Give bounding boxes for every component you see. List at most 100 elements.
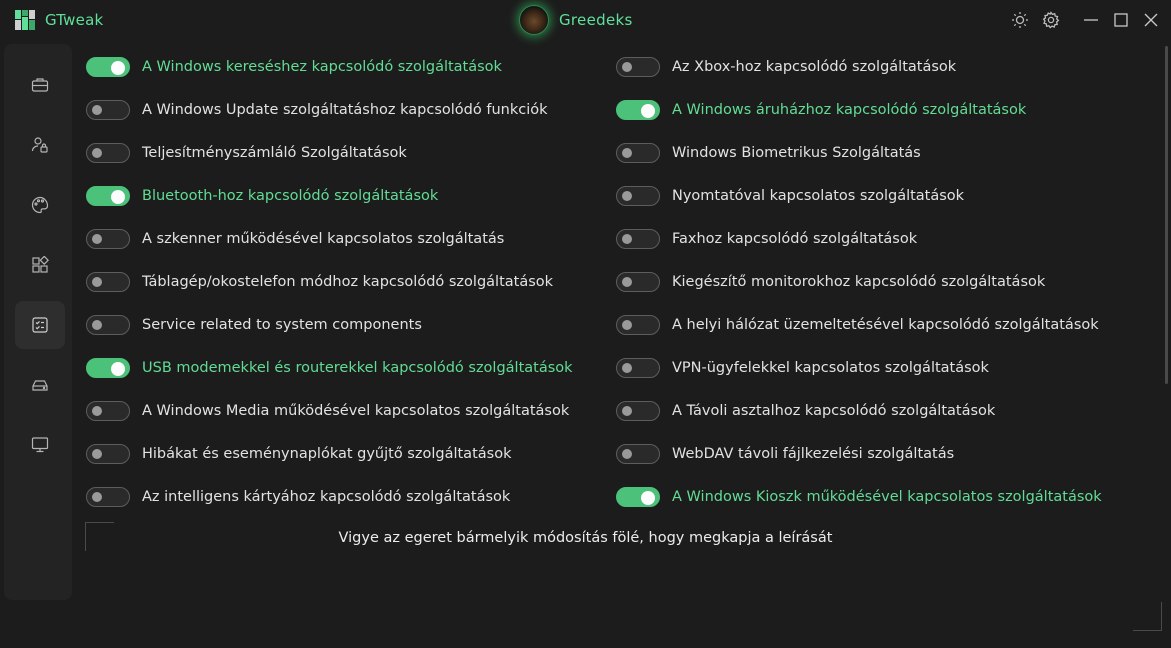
service-label: VPN-ügyfelekkel kapcsolatos szolgáltatás…: [672, 360, 989, 376]
toggle-knob: [622, 62, 632, 72]
service-toggle-row[interactable]: Az intelligens kártyához kapcsolódó szol…: [86, 486, 510, 508]
service-toggle-row[interactable]: Bluetooth-hoz kapcsolódó szolgáltatások: [86, 185, 438, 207]
toggle-knob: [622, 148, 632, 158]
service-toggle-row[interactable]: Teljesítményszámláló Szolgáltatások: [86, 142, 407, 164]
service-toggle-row[interactable]: USB modemekkel és routerekkel kapcsolódó…: [86, 357, 573, 379]
nav-sysinfo[interactable]: [15, 421, 65, 469]
toggle-knob: [622, 320, 632, 330]
toggle-knob: [92, 492, 102, 502]
toggle-switch[interactable]: [86, 229, 130, 249]
toggle-knob: [92, 148, 102, 158]
nav-services[interactable]: [15, 301, 65, 349]
app-title: GTweak: [45, 11, 104, 29]
toggle-switch[interactable]: [86, 57, 130, 77]
toggle-knob: [622, 363, 632, 373]
toggle-switch[interactable]: [86, 186, 130, 206]
user-avatar[interactable]: [519, 5, 549, 35]
toggle-knob: [622, 406, 632, 416]
nav-applications[interactable]: [15, 241, 65, 289]
toggle-knob: [111, 60, 125, 75]
service-label: Az intelligens kártyához kapcsolódó szol…: [142, 489, 511, 505]
toggle-switch[interactable]: [86, 315, 130, 335]
service-label: Teljesítményszámláló Szolgáltatások: [142, 145, 407, 161]
service-toggle-row[interactable]: WebDAV távoli fájlkezelési szolgáltatás: [616, 443, 954, 465]
service-toggle-row[interactable]: VPN-ügyfelekkel kapcsolatos szolgáltatás…: [616, 357, 989, 379]
service-toggle-row[interactable]: A helyi hálózat üzemeltetésével kapcsoló…: [616, 314, 1099, 336]
toggle-knob: [622, 449, 632, 459]
service-label: Nyomtatóval kapcsolatos szolgáltatások: [672, 188, 965, 204]
toggle-switch[interactable]: [616, 100, 660, 120]
toggle-switch[interactable]: [616, 57, 660, 77]
title-bar: GTweak Greedeks: [0, 0, 1171, 40]
service-toggle-row[interactable]: Windows Biometrikus Szolgáltatás: [616, 142, 921, 164]
toggle-switch[interactable]: [86, 100, 130, 120]
close-button[interactable]: [1139, 8, 1163, 32]
apps-icon: [32, 256, 49, 273]
toggle-switch[interactable]: [616, 143, 660, 163]
toggle-switch[interactable]: [616, 315, 660, 335]
service-label: Faxhoz kapcsolódó szolgáltatások: [672, 231, 918, 247]
toggle-switch[interactable]: [616, 444, 660, 464]
service-label: Hibákat és eseménynaplókat gyűjtő szolgá…: [142, 446, 512, 462]
service-label: A Windows áruházhoz kapcsolódó szolgálta…: [672, 102, 1027, 118]
toggle-switch[interactable]: [616, 186, 660, 206]
toggle-knob: [92, 105, 102, 115]
toggle-switch[interactable]: [616, 229, 660, 249]
sidebar: [4, 44, 72, 600]
service-label: A Windows kereséshez kapcsolódó szolgált…: [142, 59, 502, 75]
nav-system[interactable]: [15, 361, 65, 409]
toggle-switch[interactable]: [86, 143, 130, 163]
service-label: A Windows Media működésével kapcsolatos …: [142, 403, 570, 419]
toggle-switch[interactable]: [616, 487, 660, 507]
toggle-switch[interactable]: [616, 401, 660, 421]
service-toggle-row[interactable]: A Távoli asztalhoz kapcsolódó szolgáltat…: [616, 400, 995, 422]
service-toggle-row[interactable]: Hibákat és eseménynaplókat gyűjtő szolgá…: [86, 443, 511, 465]
service-label: A szkenner működésével kapcsolatos szolg…: [142, 231, 505, 247]
service-toggle-row[interactable]: A szkenner működésével kapcsolatos szolg…: [86, 228, 504, 250]
briefcase-icon: [31, 78, 49, 92]
resize-grip[interactable]: [1133, 602, 1162, 631]
user-name: Greedeks: [559, 11, 633, 29]
toggle-switch[interactable]: [616, 272, 660, 292]
toggle-switch[interactable]: [616, 358, 660, 378]
toggle-switch[interactable]: [86, 358, 130, 378]
service-toggle-row[interactable]: A Windows Update szolgáltatáshoz kapcsol…: [86, 99, 548, 121]
toggle-knob: [92, 320, 102, 330]
service-toggle-row[interactable]: A Windows áruházhoz kapcsolódó szolgálta…: [616, 99, 1026, 121]
service-toggle-row[interactable]: Az Xbox-hoz kapcsolódó szolgáltatások: [616, 56, 956, 78]
service-toggle-row[interactable]: Service related to system components: [86, 314, 422, 336]
service-toggle-row[interactable]: A Windows Kioszk működésével kapcsolatos…: [616, 486, 1102, 508]
user-lock-icon: [31, 137, 48, 153]
service-label: A Windows Kioszk működésével kapcsolatos…: [672, 489, 1102, 505]
toggle-switch[interactable]: [86, 401, 130, 421]
nav-interface[interactable]: [15, 181, 65, 229]
theme-toggle-button[interactable]: [1008, 8, 1032, 32]
service-label: WebDAV távoli fájlkezelési szolgáltatás: [672, 446, 955, 462]
service-label: USB modemekkel és routerekkel kapcsolódó…: [142, 360, 573, 376]
nav-privacy[interactable]: [15, 121, 65, 169]
close-icon: [1144, 13, 1158, 27]
service-toggle-row[interactable]: Nyomtatóval kapcsolatos szolgáltatások: [616, 185, 964, 207]
scrollbar[interactable]: [1165, 46, 1168, 384]
service-label: A helyi hálózat üzemeltetésével kapcsoló…: [672, 317, 1099, 333]
toggle-switch[interactable]: [86, 272, 130, 292]
drive-icon: [32, 380, 48, 391]
nav-toolbox[interactable]: [15, 61, 65, 109]
service-label: A Távoli asztalhoz kapcsolódó szolgáltat…: [672, 403, 996, 419]
service-toggle-row[interactable]: Faxhoz kapcsolódó szolgáltatások: [616, 228, 917, 250]
toggle-knob: [92, 449, 102, 459]
maximize-button[interactable]: [1109, 8, 1133, 32]
service-toggle-row[interactable]: A Windows kereséshez kapcsolódó szolgált…: [86, 56, 502, 78]
toggle-switch[interactable]: [86, 444, 130, 464]
service-toggle-row[interactable]: Kiegészítő monitorokhoz kapcsolódó szolg…: [616, 271, 1045, 293]
description-hint: Vigye az egeret bármelyik módosítás fölé…: [338, 530, 833, 546]
toggle-switch[interactable]: [86, 487, 130, 507]
monitor-icon: [31, 437, 49, 453]
palette-icon: [31, 196, 49, 214]
service-toggle-row[interactable]: A Windows Media működésével kapcsolatos …: [86, 400, 569, 422]
service-label: A Windows Update szolgáltatáshoz kapcsol…: [142, 102, 548, 118]
settings-button[interactable]: [1039, 8, 1063, 32]
minimize-button[interactable]: [1079, 8, 1103, 32]
maximize-icon: [1114, 13, 1128, 27]
service-toggle-row[interactable]: Táblagép/okostelefon módhoz kapcsolódó s…: [86, 271, 553, 293]
